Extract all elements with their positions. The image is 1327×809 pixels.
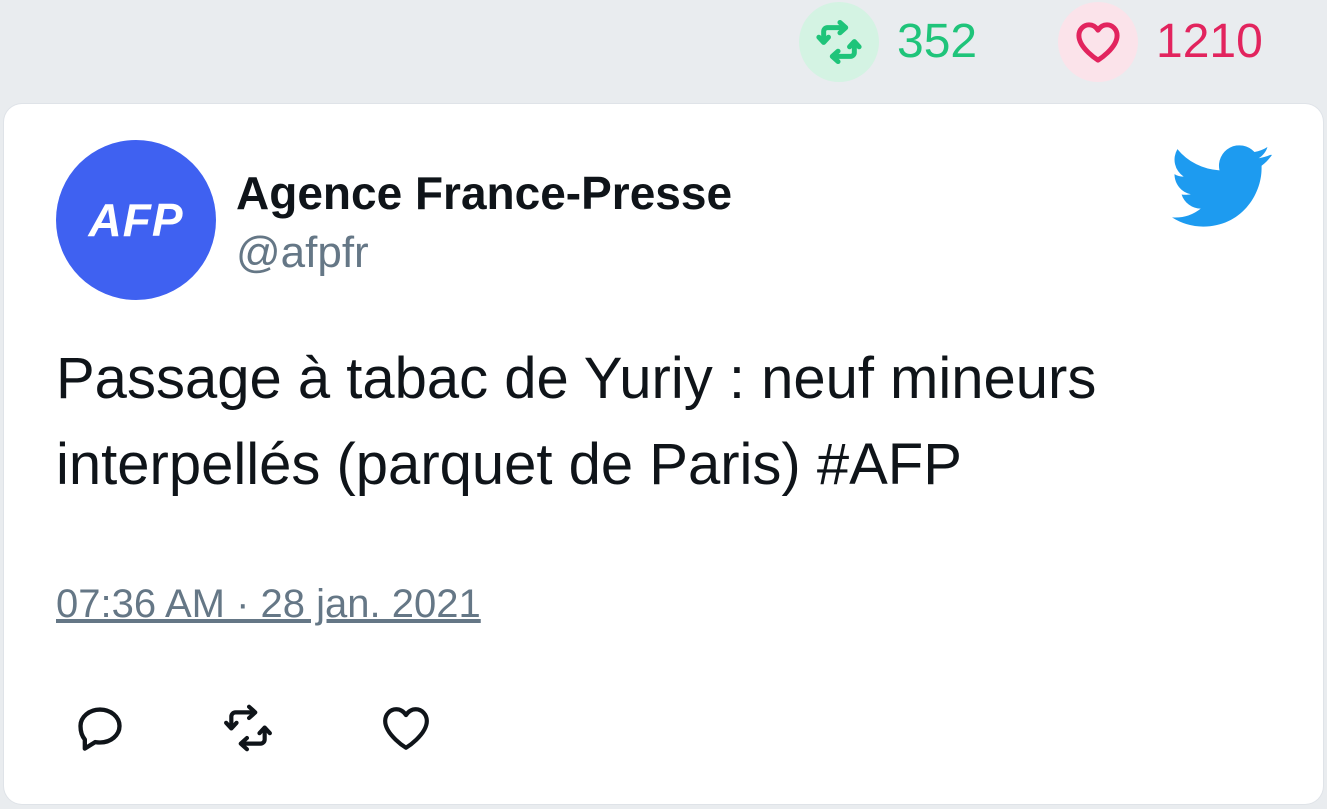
reply-button[interactable] — [72, 700, 128, 756]
like-count: 1210 — [1156, 15, 1263, 68]
retweet-action-icon — [224, 704, 272, 752]
retweet-button[interactable] — [220, 700, 276, 756]
avatar[interactable]: AFP — [56, 140, 216, 300]
retweet-count: 352 — [897, 15, 978, 68]
display-name[interactable]: Agence France-Presse — [236, 166, 732, 220]
avatar-logo-text: AFP — [88, 194, 184, 246]
tweet-text-line-2: interpellés (parquet de Paris) #AFP — [56, 432, 962, 497]
like-stat[interactable]: 1210 — [1058, 2, 1263, 82]
twitter-bird-icon[interactable] — [1172, 144, 1272, 230]
tweet-text-line-1: Passage à tabac de Yuriy : neuf mineurs — [56, 346, 1097, 411]
stats-bar: 352 1210 — [0, 0, 1327, 104]
retweet-icon[interactable] — [799, 2, 879, 82]
user-handle[interactable]: @afpfr — [236, 228, 369, 278]
reply-icon — [78, 707, 122, 751]
like-button[interactable] — [378, 700, 434, 756]
heart-icon[interactable] — [1058, 2, 1138, 82]
tweet-card: AFP Agence France-Presse @afpfr Passage … — [4, 104, 1323, 804]
tweet-timestamp[interactable]: 07:36 AM · 28 jan. 2021 — [56, 582, 481, 627]
retweet-stat[interactable]: 352 — [799, 2, 977, 82]
tweet-text: Passage à tabac de Yuriy : neuf mineurs … — [56, 336, 1276, 508]
heart-outline-icon — [383, 707, 429, 750]
